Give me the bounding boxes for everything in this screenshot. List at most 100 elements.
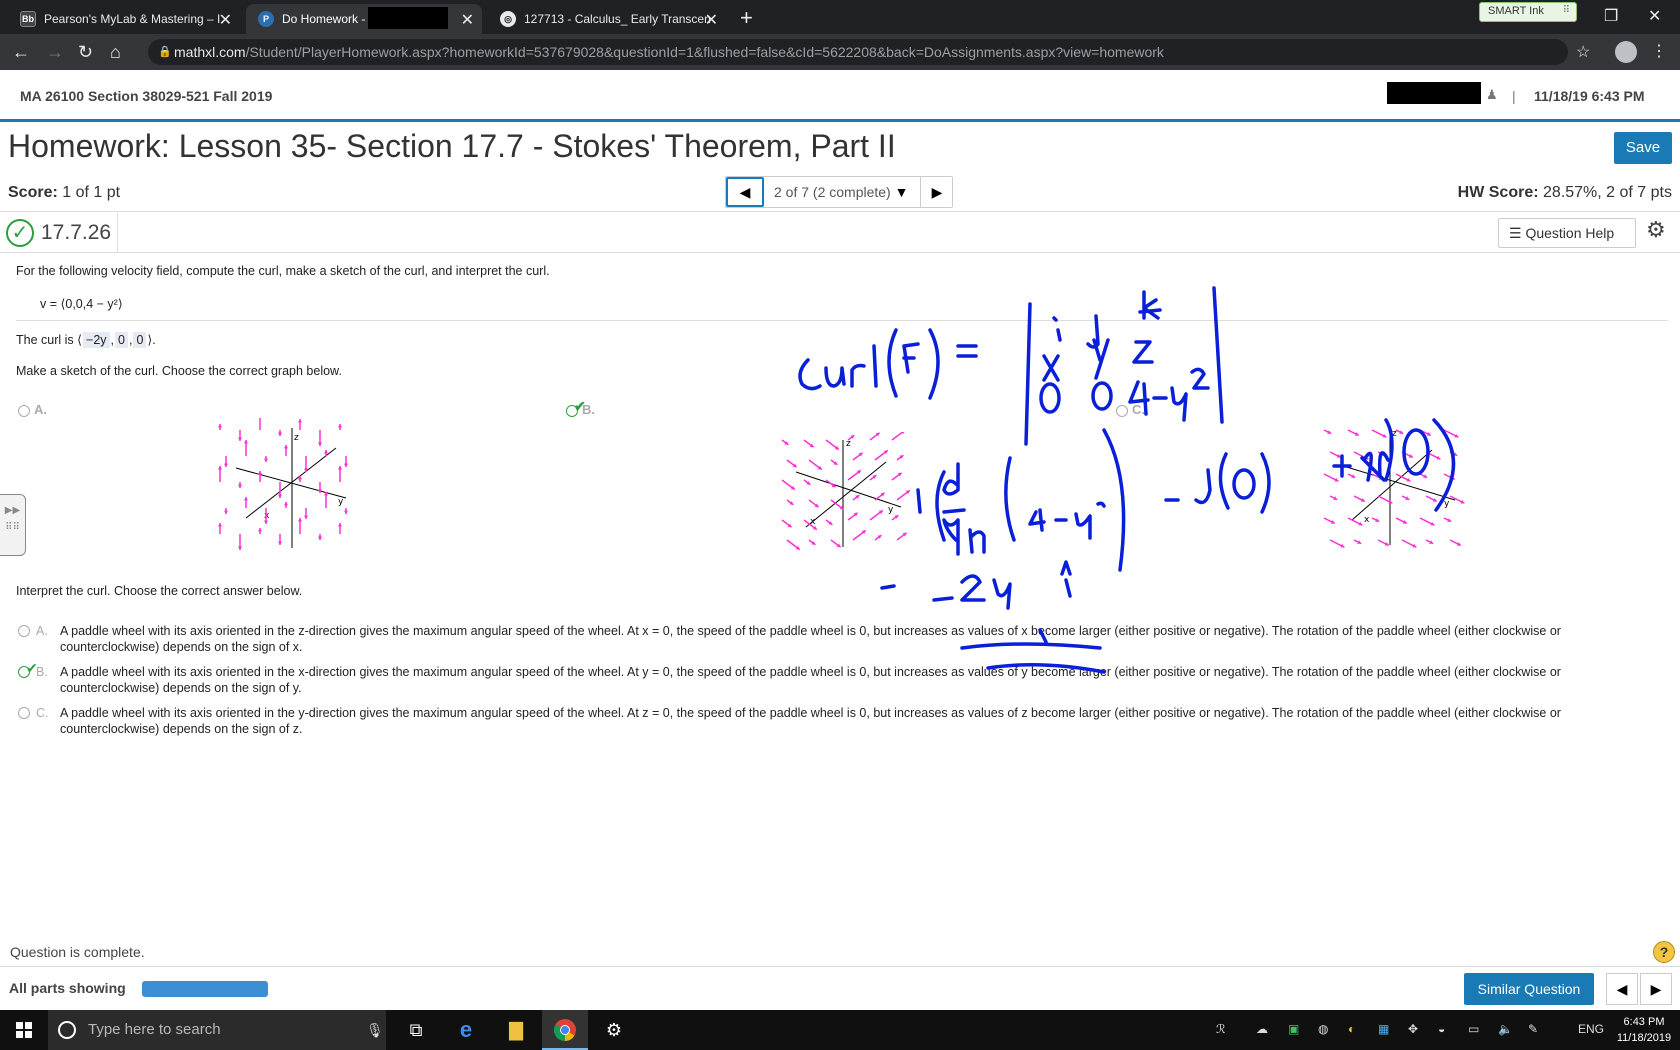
ink-stroke — [1060, 560, 1072, 576]
arrow-group — [781, 432, 911, 551]
question-selector[interactable]: 2 of 7 (2 complete) ▼ — [774, 184, 908, 200]
radio-button[interactable] — [1116, 404, 1128, 417]
option-text: A paddle wheel with its axis oriented in… — [60, 706, 1561, 736]
field-arrowhead — [243, 497, 249, 501]
ink-stroke — [1039, 382, 1061, 414]
url-host: mathxl.com — [174, 44, 246, 60]
correct-check-icon: ✔ — [574, 398, 586, 414]
ink-stroke — [935, 470, 946, 542]
curl-answer-box[interactable]: −2y — [83, 332, 110, 348]
graph-option-b[interactable]: B. ✔ — [566, 398, 595, 417]
option-letter: C. — [36, 706, 49, 720]
window-close-icon[interactable]: ✕ — [1648, 6, 1661, 26]
ink-stroke — [887, 328, 898, 398]
network-icon[interactable]: ▭ — [1468, 1022, 1479, 1036]
restore-icon[interactable]: ❐ — [1604, 6, 1618, 26]
radio-button[interactable] — [18, 707, 30, 719]
tab-do-homework[interactable]: P Do Homework - ✕ — [246, 4, 482, 34]
pearson-icon: P — [258, 11, 274, 27]
ink-stroke — [1260, 452, 1271, 514]
field-arrowhead — [283, 502, 289, 506]
vector-field-graph-a: z x y — [217, 418, 349, 550]
bookmark-star-icon[interactable]: ☆ — [1576, 42, 1590, 62]
question-help-button[interactable]: ☰ Question Help — [1498, 218, 1636, 248]
more-menu-icon[interactable]: ⋮ — [1651, 41, 1667, 61]
profile-avatar[interactable] — [1615, 41, 1637, 63]
search-placeholder: Type here to search — [88, 1021, 221, 1038]
back-arrow-icon[interactable]: ← — [12, 42, 30, 63]
tray-app-icon[interactable]: ◒ — [1438, 1022, 1445, 1036]
ink-stroke — [928, 328, 940, 400]
gear-icon[interactable]: ⚙ — [1646, 217, 1666, 243]
tab-calculus[interactable]: ◎ 127713 - Calculus_ Early Transcen ✕ — [488, 4, 726, 34]
caret-down-icon: ▼ — [894, 184, 909, 200]
forward-arrow-icon[interactable]: → — [46, 42, 64, 63]
address-bar[interactable]: 🔒 mathxl.com/Student/PlayerHomework.aspx… — [148, 39, 1568, 65]
pen-icon[interactable]: ✎ — [1528, 1022, 1538, 1036]
save-button[interactable]: Save — [1614, 132, 1672, 164]
question-help-label: Question Help — [1525, 225, 1615, 241]
close-icon[interactable]: ✕ — [461, 10, 474, 30]
answer-option-c[interactable]: C. A paddle wheel with its axis oriented… — [18, 705, 1658, 739]
tray-swirl-icon[interactable]: ◍ — [1318, 1022, 1328, 1036]
tab-pearson[interactable]: Bb Pearson's MyLab & Mastering – I ✕ — [8, 4, 240, 34]
taskbar-search-input[interactable]: Type here to search 🎙 — [48, 1010, 386, 1050]
radio-button[interactable] — [18, 625, 30, 637]
previous-question-button[interactable]: ◀ — [726, 177, 764, 207]
field-arrowhead — [323, 450, 329, 454]
answer-option-a[interactable]: A. A paddle wheel with its axis oriented… — [18, 623, 1658, 657]
ink-stroke — [1132, 340, 1154, 364]
curl-answer-box[interactable]: 0 — [133, 332, 147, 348]
help-icon[interactable]: ? — [1653, 941, 1675, 963]
browser-tab-bar: Bb Pearson's MyLab & Mastering – I ✕ P D… — [0, 0, 1680, 34]
chrome-icon — [554, 1019, 576, 1041]
radio-button[interactable] — [18, 404, 30, 417]
clock-date: 11/18/2019 — [1616, 1032, 1672, 1044]
task-view-icon[interactable]: ⧉ — [404, 1018, 428, 1042]
similar-question-button[interactable]: Similar Question — [1464, 973, 1594, 1005]
arrow-group — [1323, 429, 1465, 548]
field-arrowhead — [217, 523, 223, 527]
url-path: /Student/PlayerHomework.aspx?homeworkId=… — [245, 44, 1164, 60]
redacted-name — [1387, 82, 1481, 104]
graph-option-a[interactable]: A. — [18, 402, 47, 417]
reload-icon[interactable]: ↻ — [78, 42, 93, 63]
field-arrowhead — [343, 463, 349, 467]
next-button[interactable]: ▶ — [1640, 973, 1672, 1005]
answer-option-b[interactable]: ✔ B. A paddle wheel with its axis orient… — [18, 660, 1658, 698]
next-question-button[interactable]: ▶ — [920, 177, 953, 207]
graph-option-c[interactable]: C. — [1116, 402, 1145, 417]
arrow-group — [217, 418, 349, 550]
curl-answer-box[interactable]: 0 — [115, 332, 128, 348]
axis-label-x: x — [264, 511, 270, 521]
tray-app-icon[interactable]: ◐ — [1348, 1022, 1355, 1036]
close-icon[interactable]: ✕ — [705, 10, 718, 30]
field-arrowhead — [257, 528, 263, 532]
tray-app-icon[interactable]: ▦ — [1378, 1022, 1389, 1036]
option-letter: A. — [36, 624, 48, 638]
settings-gear-icon[interactable]: ⚙ — [602, 1018, 626, 1042]
new-tab-plus-icon[interactable]: + — [740, 5, 753, 31]
edge-icon[interactable]: e — [454, 1018, 478, 1042]
people-icon[interactable]: ℛ — [1216, 1022, 1226, 1036]
onedrive-icon[interactable]: ☁ — [1256, 1022, 1268, 1036]
home-icon[interactable]: ⌂ — [110, 42, 121, 63]
volume-icon[interactable]: 🔈 — [1498, 1022, 1513, 1036]
tray-app-icon[interactable]: ✥ — [1408, 1022, 1418, 1036]
windows-start-icon[interactable] — [16, 1022, 32, 1038]
ink-stroke — [872, 344, 878, 388]
language-indicator[interactable]: ENG — [1578, 1022, 1604, 1036]
previous-button[interactable]: ◀ — [1606, 973, 1638, 1005]
tray-app-icon[interactable]: ▣ — [1288, 1022, 1299, 1036]
system-clock[interactable]: 6:43 PM 11/18/2019 — [1612, 1014, 1676, 1046]
close-icon[interactable]: ✕ — [219, 10, 232, 30]
microphone-icon[interactable]: 🎙 — [366, 1010, 384, 1050]
header-datetime: 11/18/19 6:43 PM — [1534, 88, 1645, 104]
ink-stroke — [942, 508, 966, 514]
smart-ink-toolbar[interactable]: SMART Ink ⠿ — [1479, 2, 1577, 22]
chrome-taskbar-item[interactable] — [542, 1010, 588, 1050]
file-explorer-icon[interactable]: ▇ — [504, 1018, 528, 1042]
field-arrowhead — [263, 520, 269, 524]
side-panel-toggle[interactable]: ▶▶ ⠿⠿ — [0, 494, 26, 556]
grip-icon: ⠿⠿ — [5, 522, 20, 533]
